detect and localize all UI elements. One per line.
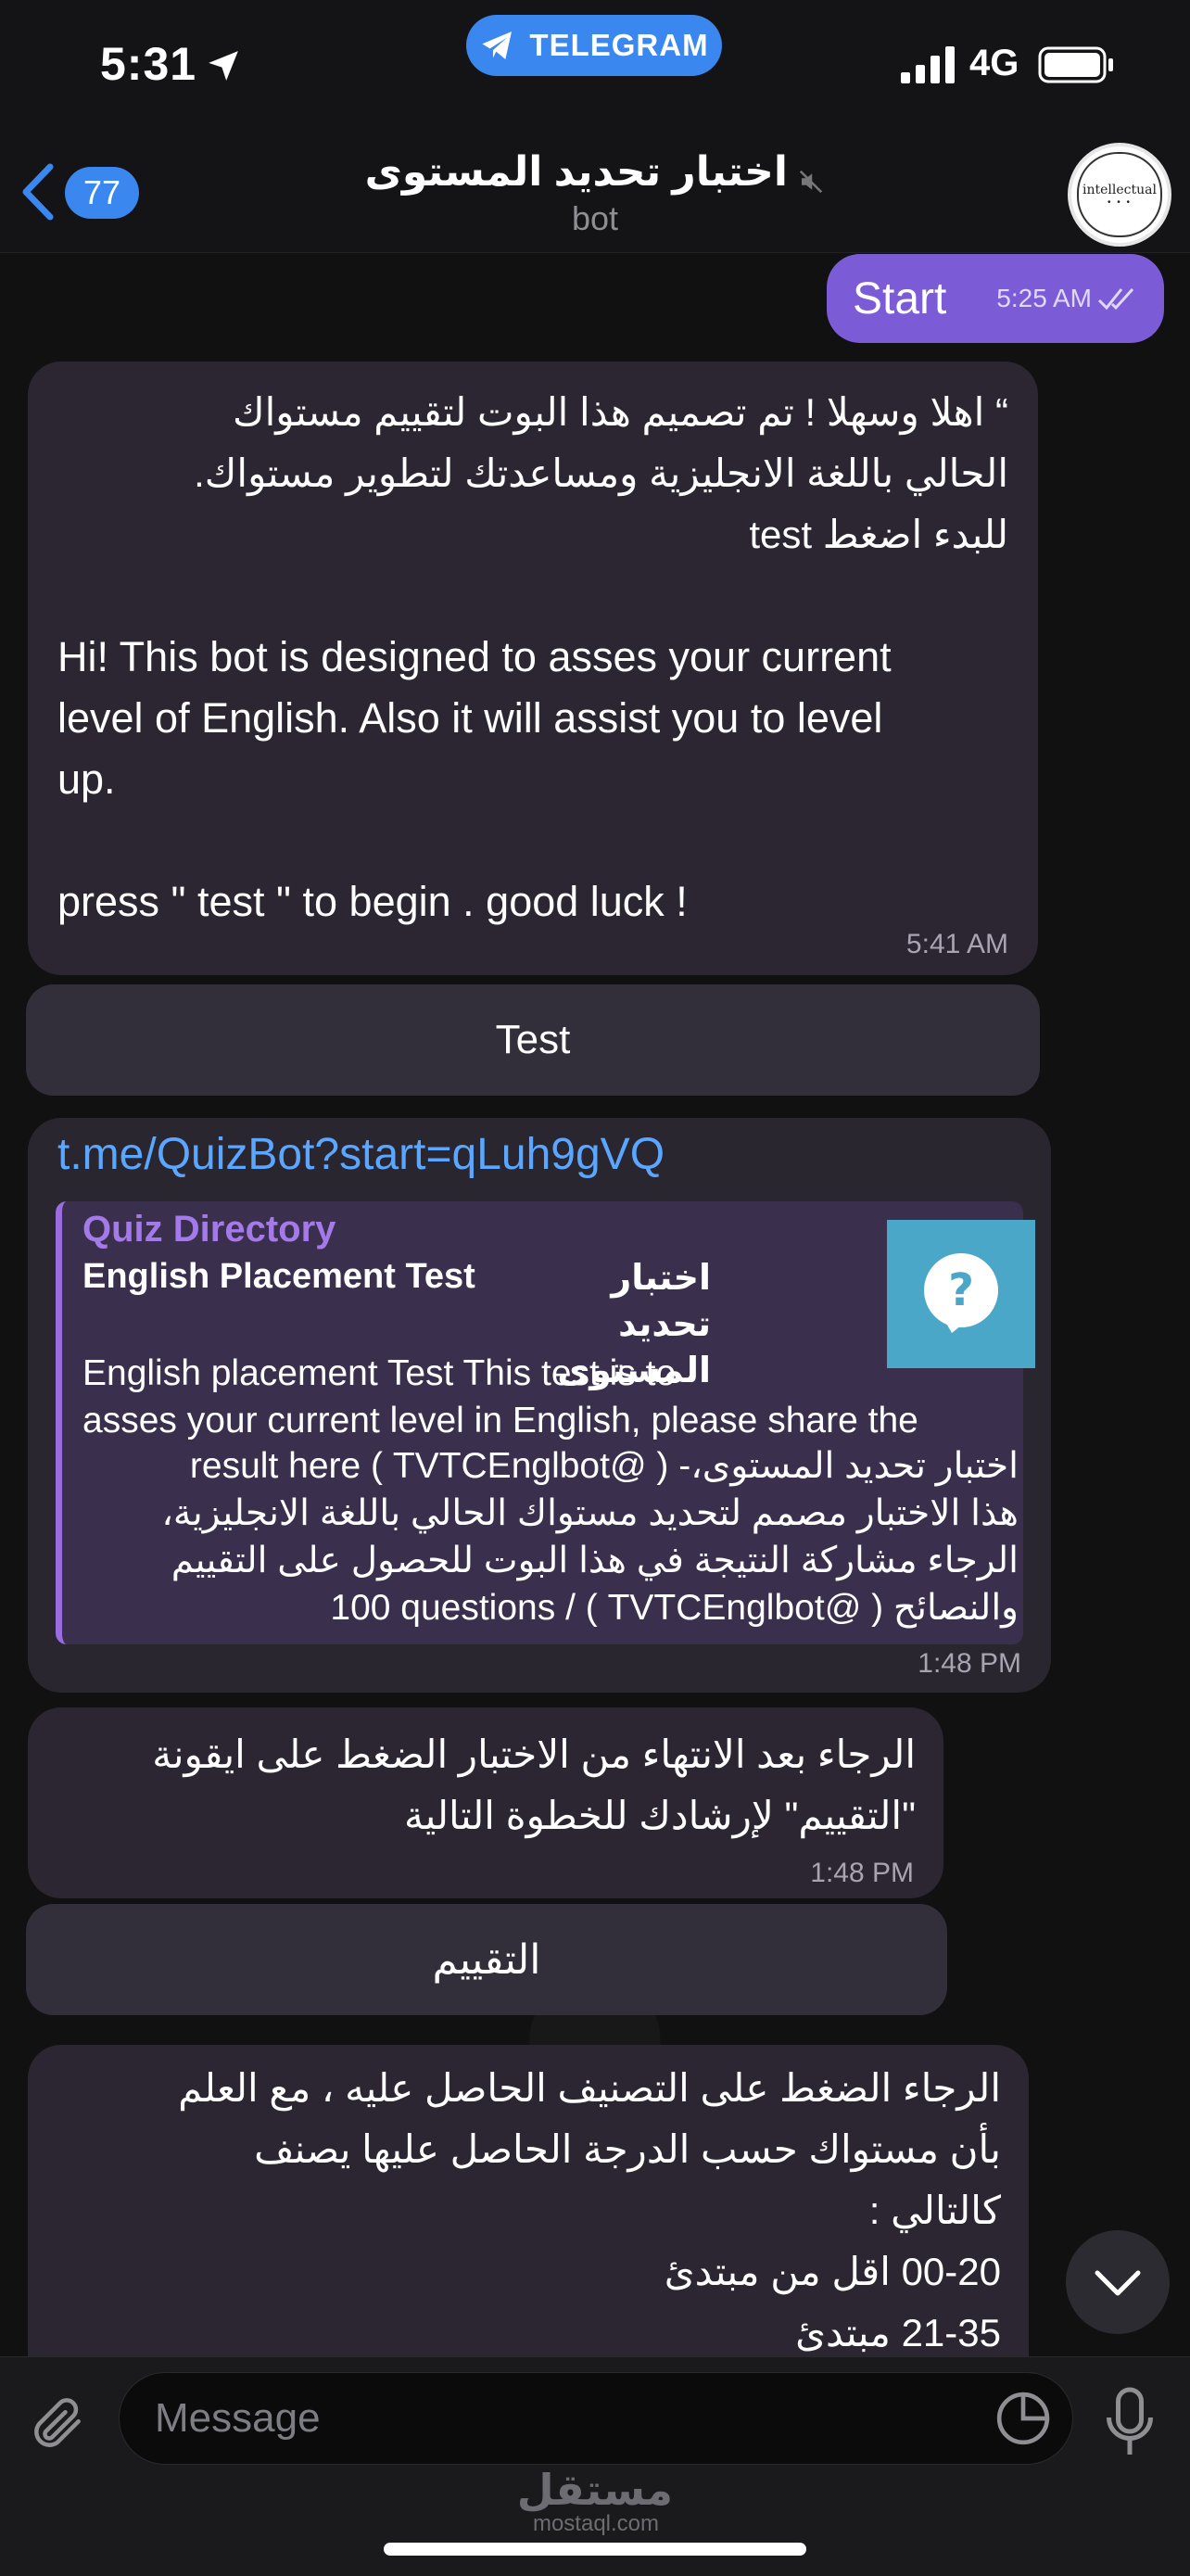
message-text: Start bbox=[853, 273, 947, 324]
classification-line-3: كالتالي : bbox=[868, 2189, 1001, 2232]
mostaql-watermark: مستقل mostaql.com bbox=[516, 2465, 673, 2537]
double-check-icon bbox=[1097, 287, 1134, 311]
chat-header: 77 اختبار تحديد المستوى bot bbox=[0, 139, 1190, 253]
incoming-message-welcome[interactable]: “ اهلا وسهلا ! تم تصميم هذا البوت لتقييم… bbox=[28, 362, 1038, 975]
preview-desc-ar-line-2: هذا الاختبار مصمم لتحديد مستواك الحالي ب… bbox=[161, 1493, 1019, 1533]
message-time: 5:25 AM bbox=[996, 284, 1092, 312]
message-time: 1:48 PM bbox=[810, 1858, 914, 1888]
status-bar: 5:31 TELEGRAM 4G bbox=[0, 0, 1190, 139]
telegram-plane-icon bbox=[482, 32, 513, 59]
home-indicator bbox=[384, 2543, 806, 2556]
unread-count-badge[interactable]: 77 bbox=[65, 167, 139, 219]
chat-title-block[interactable]: اختبار تحديد المستوى bot bbox=[278, 148, 912, 238]
classification-line-2: بأن مستواك حسب الدرجة الحاصل عليها يصنف bbox=[254, 2127, 1001, 2171]
welcome-arabic-line-3: للبدء اضغط test bbox=[749, 513, 1008, 556]
microphone-icon[interactable] bbox=[1101, 2385, 1158, 2459]
outgoing-message-start[interactable]: Start 5:25 AM bbox=[827, 254, 1164, 343]
message-input[interactable]: Message bbox=[119, 2372, 1073, 2465]
welcome-arabic-line-2: الحالي باللغة الانجليزية ومساعدتك لتطوير… bbox=[194, 451, 1008, 495]
svg-text:?: ? bbox=[948, 1264, 974, 1316]
message-input-bar: Message مستقل mostaql.com bbox=[0, 2356, 1190, 2576]
network-type: 4G bbox=[969, 43, 1019, 83]
preview-description-ar: اختبار تحديد المستوى،- ( @TVTCEnglbot ) … bbox=[82, 1442, 1019, 1631]
incoming-message-classification[interactable]: الرجاء الضغط على التصنيف الحاصل عليه ، م… bbox=[28, 2045, 1029, 2360]
chevron-down-icon bbox=[1095, 2270, 1141, 2296]
classification-line-4: 00-20 اقل من مبتدئ bbox=[664, 2250, 1001, 2293]
message-placeholder: Message bbox=[155, 2395, 321, 2441]
classification-line-5: 21-35 مبتدئ bbox=[795, 2311, 1001, 2354]
link-preview-card[interactable]: Quiz Directory English Placement Test اخ… bbox=[56, 1201, 1035, 1644]
battery-icon bbox=[1038, 46, 1113, 83]
preview-desc-ar-line-1: اختبار تحديد المستوى،- ( @TVTCEnglbot ) … bbox=[189, 1446, 1019, 1486]
paperclip-icon[interactable] bbox=[26, 2392, 89, 2455]
welcome-press-line: press " test " to begin . good luck ! bbox=[57, 878, 688, 925]
rating-inline-button[interactable]: التقييم bbox=[26, 1904, 947, 2015]
location-arrow-icon bbox=[209, 51, 238, 81]
chat-title: اختبار تحديد المستوى bbox=[364, 149, 788, 195]
telegram-pill-label: TELEGRAM bbox=[529, 28, 709, 62]
telegram-pill[interactable]: TELEGRAM bbox=[466, 15, 722, 76]
after-quiz-line-1: الرجاء بعد الانتهاء من الاختبار الضغط عل… bbox=[152, 1732, 916, 1776]
avatar-logo-text: intellectual bbox=[1082, 182, 1157, 197]
incoming-message-quiz-link[interactable]: t.me/QuizBot?start=qLuh9gVQ Quiz Directo… bbox=[28, 1118, 1051, 1693]
welcome-arabic-line-1: “ اهلا وسهلا ! تم تصميم هذا البوت لتقييم… bbox=[233, 390, 1008, 434]
back-chevron-icon[interactable] bbox=[17, 159, 57, 224]
preview-site-name: Quiz Directory bbox=[82, 1209, 336, 1250]
quiz-link[interactable]: t.me/QuizBot?start=qLuh9gVQ bbox=[57, 1129, 1021, 1180]
classification-line-1: الرجاء الضغط على التصنيف الحاصل عليه ، م… bbox=[178, 2066, 1001, 2110]
test-inline-button[interactable]: Test bbox=[26, 984, 1040, 1096]
welcome-english-line-3: up. bbox=[57, 755, 116, 803]
preview-desc-ar-line-4: والنصائح ( @TVTCEnglbot ) / 100 question… bbox=[330, 1588, 1019, 1628]
chat-subtitle: bot bbox=[571, 199, 619, 237]
incoming-message-after-quiz[interactable]: الرجاء بعد الانتهاء من الاختبار الضغط عل… bbox=[28, 1707, 943, 1898]
after-quiz-line-2: "التقييم" لإرشادك للخطوة التالية bbox=[404, 1794, 916, 1837]
watermark-arabic: مستقل bbox=[516, 2466, 673, 2514]
bot-avatar[interactable]: intellectual • • • bbox=[1068, 143, 1171, 247]
scroll-to-bottom-button[interactable] bbox=[1066, 2230, 1170, 2334]
muted-speaker-icon bbox=[800, 170, 823, 193]
preview-description-en: English placement Test This test is to a… bbox=[82, 1350, 1019, 1444]
signal-icon bbox=[901, 46, 955, 83]
preview-title: English Placement Test bbox=[82, 1257, 475, 1296]
status-time: 5:31 bbox=[100, 38, 197, 90]
watermark-latin: mostaql.com bbox=[532, 2511, 660, 2536]
welcome-english-line-1: Hi! This bot is designed to asses your c… bbox=[57, 633, 892, 680]
welcome-english-line-2: level of English. Also it will assist yo… bbox=[57, 694, 883, 742]
preview-desc-en-line-2: asses your current level in English, ple… bbox=[82, 1401, 918, 1440]
preview-desc-ar-line-3: الرجاء مشاركة النتيجة في هذا البوت للحصو… bbox=[171, 1541, 1019, 1580]
message-time: 5:41 AM bbox=[905, 929, 1008, 959]
message-time: 1:48 PM bbox=[918, 1648, 1021, 1679]
sticker-icon[interactable] bbox=[994, 2390, 1052, 2447]
quiz-question-icon: ? bbox=[887, 1220, 1035, 1368]
preview-desc-en-line-1: English placement Test This test is to bbox=[82, 1353, 677, 1393]
